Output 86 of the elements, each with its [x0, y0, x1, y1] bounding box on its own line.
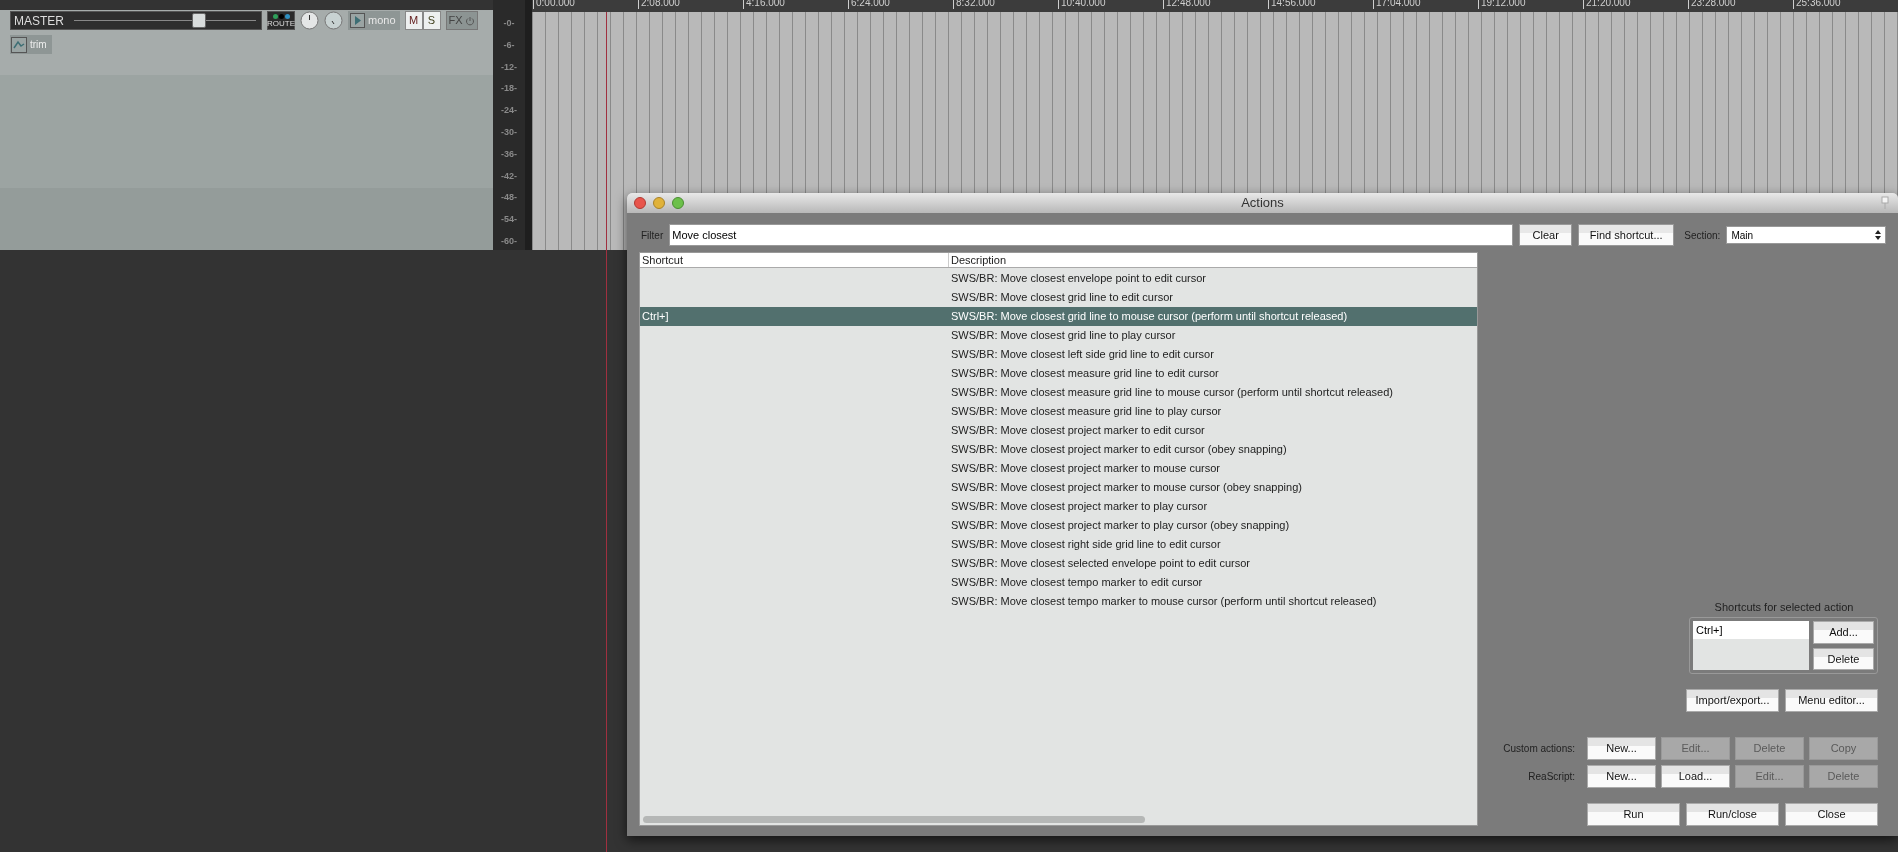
description-cell-text: SWS/BR: Move closest project marker to edit cursor — [950, 423, 1206, 439]
action-row[interactable]: SWS/BR: Move closest grid line to edit cursor — [640, 288, 1477, 307]
close-icon[interactable] — [634, 197, 646, 209]
dialog-button[interactable]: Menu editor... — [1785, 689, 1878, 712]
meter-tick-label: -60- — [501, 234, 517, 248]
description-cell-text: SWS/BR: Move closest measure grid line to play cursor — [950, 404, 1223, 420]
clear-button[interactable]: Clear — [1519, 224, 1573, 246]
shortcut-list[interactable]: Ctrl+] — [1693, 621, 1809, 670]
shortcut-item[interactable]: Ctrl+] — [1693, 621, 1809, 639]
shortcut-cell-text: Ctrl+] — [641, 309, 670, 325]
dialog-button[interactable]: Close — [1785, 803, 1878, 826]
find-shortcut-button[interactable]: Find shortcut... — [1578, 224, 1675, 246]
action-row[interactable]: SWS/BR: Move closest grid line to play cursor — [640, 326, 1477, 345]
dialog-button[interactable]: Run — [1587, 803, 1680, 826]
dialog-button[interactable]: New... — [1587, 737, 1656, 760]
action-row[interactable]: SWS/BR: Move closest project marker to play cursor (obey snapping) — [640, 516, 1477, 535]
description-cell-text: SWS/BR: Move closest measure grid line to edit cursor — [950, 366, 1220, 382]
action-row[interactable]: SWS/BR: Move closest project marker to edit cursor (obey snapping) — [640, 440, 1477, 459]
action-row[interactable]: SWS/BR: Move closest tempo marker to edit cursor — [640, 573, 1477, 592]
description-cell-text: SWS/BR: Move closest envelope point to edit cursor — [950, 271, 1207, 287]
play-icon — [350, 13, 365, 28]
filter-label: Filter — [641, 228, 664, 243]
description-cell-text: SWS/BR: Move closest tempo marker to mouse cursor (perform until shortcut released) — [950, 594, 1378, 610]
action-row[interactable]: SWS/BR: Move closest envelope point to edit cursor — [640, 269, 1477, 288]
section-dropdown[interactable]: Main — [1726, 226, 1886, 244]
action-row[interactable]: SWS/BR: Move closest project marker to mouse cursor — [640, 459, 1477, 478]
description-cell-text: SWS/BR: Move closest left side grid line to edit cursor — [950, 347, 1215, 363]
pin-icon[interactable] — [1880, 196, 1890, 210]
track-name: MASTER — [14, 12, 64, 30]
section-label: Section: — [1684, 228, 1721, 243]
route-button[interactable]: ROUTE — [267, 11, 295, 30]
minimize-icon[interactable] — [653, 197, 665, 209]
dialog-button[interactable]: Load... — [1661, 765, 1730, 788]
description-cell-text: SWS/BR: Move closest selected envelope point to edit cursor — [950, 556, 1251, 572]
meter-tick-label: -0- — [503, 17, 515, 30]
action-row[interactable]: SWS/BR: Move closest measure grid line to play cursor — [640, 402, 1477, 421]
window-title: Actions — [1241, 194, 1284, 213]
description-cell-text: SWS/BR: Move closest project marker to play cursor — [950, 499, 1209, 515]
pan-knob[interactable] — [324, 11, 343, 30]
column-header[interactable]: Shortcut — [640, 253, 949, 267]
action-row[interactable]: SWS/BR: Move closest project marker to mouse cursor (obey snapping) — [640, 478, 1477, 497]
dialog-button[interactable]: Import/export... — [1686, 689, 1779, 712]
stepper-icon — [1875, 230, 1881, 240]
fader-thumb[interactable] — [191, 13, 206, 28]
action-row[interactable]: SWS/BR: Move closest tempo marker to mouse cursor (perform until shortcut released) — [640, 592, 1477, 611]
description-cell-text: SWS/BR: Move closest project marker to mouse cursor — [950, 461, 1221, 477]
filter-field[interactable]: Move closest — [669, 224, 1514, 246]
action-row[interactable]: Ctrl+] SWS/BR: Move closest grid line to mouse cursor (perform until shortcut released) — [640, 307, 1477, 326]
description-cell-text: SWS/BR: Move closest measure grid line to mouse cursor (perform until shortcut released) — [950, 385, 1394, 401]
description-cell-text: SWS/BR: Move closest tempo marker to edit cursor — [950, 575, 1204, 591]
dialog-button[interactable]: Delete — [1813, 647, 1874, 670]
meter-tick-label: -6- — [503, 38, 515, 52]
action-row[interactable]: SWS/BR: Move closest project marker to edit cursor — [640, 421, 1477, 440]
dialog-button[interactable]: Add... — [1813, 621, 1874, 644]
description-cell-text: SWS/BR: Move closest right side grid line to edit cursor — [950, 537, 1222, 553]
action-row[interactable]: SWS/BR: Move closest project marker to play cursor — [640, 497, 1477, 516]
action-row[interactable]: SWS/BR: Move closest measure grid line to edit cursor — [640, 364, 1477, 383]
action-row[interactable]: SWS/BR: Move closest left side grid line to edit cursor — [640, 345, 1477, 364]
action-row[interactable]: SWS/BR: Move closest selected envelope point to edit cursor — [640, 554, 1477, 573]
dialog-button[interactable]: Run/close — [1686, 803, 1779, 826]
scrollbar-thumb[interactable] — [643, 815, 1145, 823]
description-cell-text: SWS/BR: Move closest grid line to mouse cursor (perform until shortcut released) — [950, 309, 1349, 325]
meter-tick-label: -18- — [501, 82, 517, 96]
meter-tick-label: -12- — [501, 60, 517, 74]
power-icon — [464, 15, 475, 26]
meter-tick-label: -30- — [501, 126, 517, 139]
dialog-button[interactable]: New... — [1587, 765, 1656, 788]
group-label: Shortcuts for selected action — [1713, 599, 1855, 615]
meter-tick-label: -24- — [501, 104, 517, 118]
column-header[interactable]: Description — [949, 253, 1477, 267]
description-cell-text: SWS/BR: Move closest project marker to play cursor (obey snapping) — [950, 518, 1291, 534]
action-row[interactable]: SWS/BR: Move closest right side grid line to edit cursor — [640, 535, 1477, 554]
row-label: Custom actions: — [1503, 742, 1575, 756]
description-cell-text: SWS/BR: Move closest grid line to edit cursor — [950, 290, 1174, 306]
row-label: ReaScript: — [1528, 770, 1575, 784]
description-cell-text: SWS/BR: Move closest grid line to play cursor — [950, 328, 1177, 344]
action-row[interactable]: SWS/BR: Move closest measure grid line to mouse cursor (perform until shortcut released) — [640, 383, 1477, 402]
meter-tick-label: -48- — [501, 191, 517, 205]
meter-tick-label: -42- — [501, 169, 517, 183]
zoom-icon[interactable] — [672, 197, 684, 209]
volume-knob[interactable] — [300, 11, 319, 30]
envelope-icon — [11, 36, 27, 53]
meter-tick-label: -36- — [501, 147, 517, 161]
description-cell-text: SWS/BR: Move closest project marker to mouse cursor (obey snapping) — [950, 480, 1303, 496]
meter-tick-label: -54- — [501, 213, 517, 227]
description-cell-text: SWS/BR: Move closest project marker to edit cursor (obey snapping) — [950, 442, 1288, 458]
